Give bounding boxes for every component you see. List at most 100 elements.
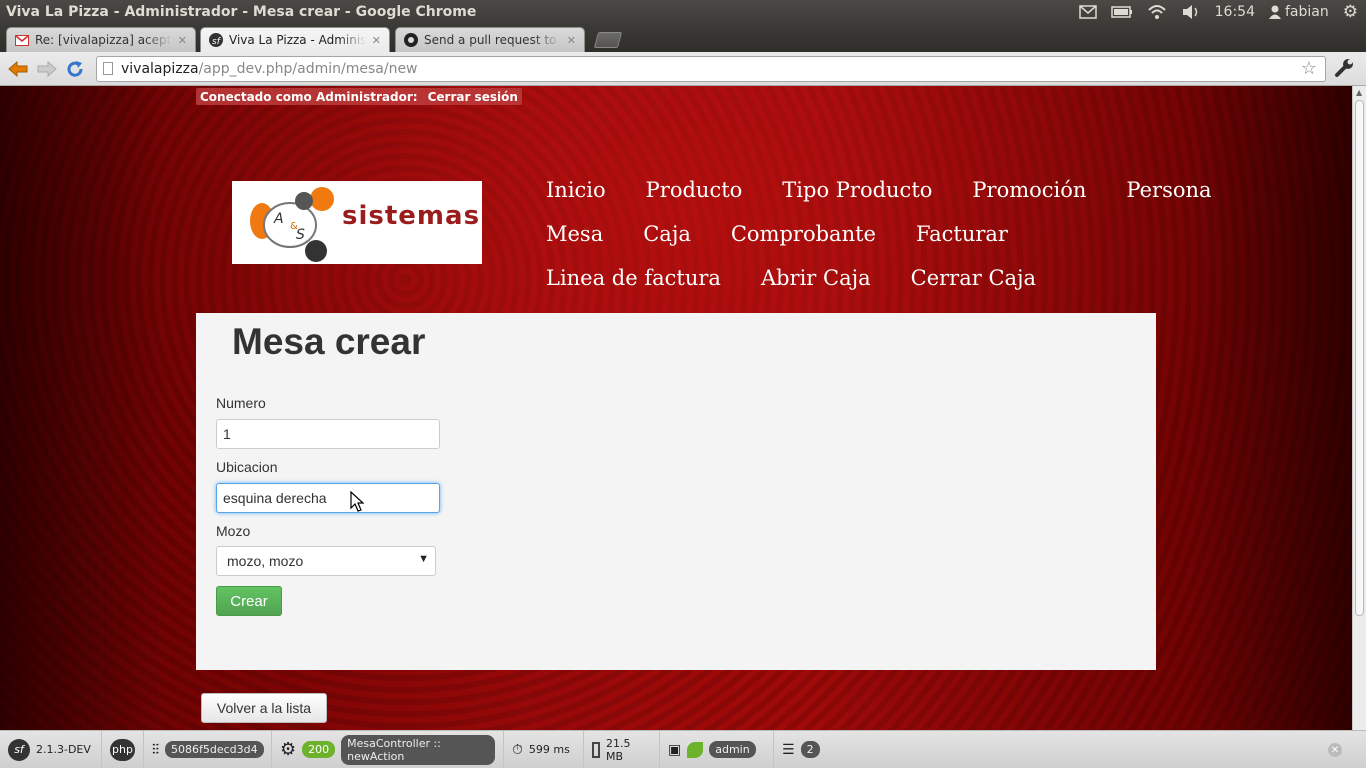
nav-row: Mesa Caja Comprobante Facturar — [546, 222, 1146, 266]
logout-link[interactable]: Cerrar sesión — [428, 90, 518, 104]
back-to-list-button[interactable]: Volver a la lista — [201, 693, 327, 723]
logo-text: sistemas — [342, 201, 481, 231]
window-title: Viva La Pizza - Administrador - Mesa cre… — [6, 4, 477, 20]
browser-toolbar: vivalapizza/app_dev.php/admin/mesa/new ☆ — [0, 52, 1366, 86]
sf-php-block[interactable]: php — [102, 731, 144, 768]
mozo-select[interactable]: mozo, mozo ▼ — [216, 546, 436, 576]
sf-config-block[interactable]: ⫶⫶ 5086f5decd3d4 — [144, 731, 272, 768]
nav-link-cerrar-caja[interactable]: Cerrar Caja — [911, 266, 1036, 290]
logo-graphic: A & S — [250, 187, 334, 262]
sf-request-block[interactable]: ⚙ 200 MesaController :: newAction — [272, 731, 504, 768]
crear-button[interactable]: Crear — [216, 586, 282, 616]
url-text: vivalapizza/app_dev.php/admin/mesa/new — [121, 61, 418, 77]
volume-icon[interactable] — [1181, 3, 1201, 21]
security-leaf-icon — [687, 741, 704, 758]
nav-row: Linea de factura Abrir Caja Cerrar Caja — [546, 266, 1146, 310]
ubicacion-field[interactable] — [216, 483, 440, 513]
nav-link-persona[interactable]: Persona — [1126, 178, 1211, 202]
battery-icon[interactable] — [1110, 3, 1133, 21]
tab-title: Re: [vivalapizza] aceptaaaa — [35, 33, 172, 47]
sf-memory-block[interactable]: 21.5 MB — [584, 731, 660, 768]
nav-link-facturar[interactable]: Facturar — [916, 222, 1008, 246]
svg-text:S: S — [296, 227, 305, 243]
database-icon: ☰ — [782, 741, 795, 758]
nav-link-linea-de-factura[interactable]: Linea de factura — [546, 266, 721, 290]
url-host: vivalapizza — [121, 61, 199, 77]
tab-close-icon[interactable]: ✕ — [372, 34, 381, 47]
symfony-icon: sf — [209, 33, 223, 47]
nav-link-promocion[interactable]: Promoción — [972, 178, 1086, 202]
tab-close-icon[interactable]: ✕ — [178, 34, 187, 47]
nav-row: Inicio Producto Tipo Producto Promoción Pers… — [546, 178, 1212, 222]
tab-title: Viva La Pizza - Administrador — [229, 33, 366, 47]
config-sliders-icon: ⫶⫶ — [152, 741, 159, 758]
svg-text:A: A — [273, 211, 284, 227]
sf-query-count: 2 — [800, 741, 820, 758]
new-tab-button[interactable] — [593, 32, 623, 48]
sf-version-block[interactable]: sf 2.1.3-DEV — [0, 731, 102, 768]
nav-link-inicio[interactable]: Inicio — [546, 178, 606, 202]
scrollbar-thumb[interactable] — [1355, 100, 1364, 616]
close-icon[interactable]: ✕ — [1328, 743, 1342, 757]
sf-user: admin — [709, 741, 756, 758]
address-bar[interactable]: vivalapizza/app_dev.php/admin/mesa/new ☆ — [96, 56, 1326, 82]
gmail-icon — [15, 33, 29, 47]
sf-version: 2.1.3-DEV — [36, 743, 91, 756]
tab-admin[interactable]: sf Viva La Pizza - Administrador ✕ — [200, 27, 390, 52]
page-viewport: Conectado como Administrador: Cerrar ses… — [0, 86, 1352, 730]
clock[interactable]: 16:54 — [1215, 4, 1255, 20]
action-name: newAction — [347, 749, 405, 763]
nav-link-producto[interactable]: Producto — [646, 178, 743, 202]
numero-label: Numero — [216, 395, 266, 411]
php-label: php — [112, 743, 133, 756]
sf-controller: MesaController :: newAction — [341, 734, 495, 765]
sf-time-block[interactable]: ⏱ 599 ms — [504, 731, 584, 768]
scroll-up-icon[interactable]: ▲ — [1356, 88, 1362, 97]
tab-gmail[interactable]: Re: [vivalapizza] aceptaaaa ✕ — [6, 27, 196, 52]
url-path: /app_dev.php/admin/mesa/new — [198, 61, 418, 77]
os-top-panel: Viva La Pizza - Administrador - Mesa cre… — [0, 0, 1366, 24]
gear-icon: ⚙ — [280, 739, 297, 760]
mouse-cursor-icon — [350, 491, 364, 512]
sf-db-block[interactable]: ☰ 2 — [774, 731, 834, 768]
forward-arrow-icon[interactable] — [36, 58, 58, 80]
vertical-scrollbar[interactable]: ▲ — [1352, 86, 1366, 730]
nav-link-tipo-producto[interactable]: Tipo Producto — [782, 178, 932, 202]
company-logo[interactable]: A & S sistemas — [232, 181, 482, 264]
session-gear-icon[interactable]: ⚙ — [1343, 2, 1358, 22]
tab-close-icon[interactable]: ✕ — [567, 34, 576, 47]
bookmark-star-icon[interactable]: ☆ — [1301, 58, 1317, 79]
wifi-icon[interactable] — [1147, 3, 1167, 21]
content-panel: Mesa crear Numero Ubicacion Mozo mozo, m… — [196, 313, 1156, 670]
user-menu[interactable]: fabian — [1269, 3, 1329, 21]
numero-field[interactable] — [216, 419, 440, 449]
stopwatch-icon: ⏱ — [512, 741, 523, 758]
mozo-selected-value: mozo, mozo — [227, 553, 304, 569]
mail-icon[interactable] — [1078, 3, 1097, 21]
nav-link-comprobante[interactable]: Comprobante — [731, 222, 876, 246]
status-badge: 200 — [302, 741, 336, 758]
browser-tab-strip: Re: [vivalapizza] aceptaaaa ✕ sf Viva La… — [0, 24, 1366, 52]
symfony-logo-icon: sf — [8, 738, 30, 761]
reload-icon[interactable] — [64, 58, 86, 80]
github-icon — [404, 33, 418, 47]
controller-name: MesaController — [347, 736, 430, 750]
user-icon — [1269, 5, 1281, 19]
session-label: Conectado como Administrador: — [200, 89, 418, 104]
sf-security-block[interactable]: ▣ admin — [660, 731, 774, 768]
wrench-icon[interactable] — [1334, 58, 1356, 80]
tab-github[interactable]: Send a pull request to gonzalo ✕ — [395, 27, 585, 52]
page-title: Mesa crear — [232, 321, 426, 362]
back-arrow-icon[interactable] — [7, 58, 29, 80]
nav-link-mesa[interactable]: Mesa — [546, 222, 603, 246]
session-bar: Conectado como Administrador: Cerrar ses… — [196, 88, 522, 105]
system-tray: 16:54 fabian ⚙ — [1078, 0, 1358, 24]
nav-link-abrir-caja[interactable]: Abrir Caja — [761, 266, 871, 290]
memory-icon — [592, 741, 600, 758]
sf-token: 5086f5decd3d4 — [165, 741, 264, 758]
main-navigation: Inicio Producto Tipo Producto Promoción Pers… — [546, 178, 1212, 310]
user-card-icon: ▣ — [668, 741, 682, 758]
nav-link-caja[interactable]: Caja — [643, 222, 691, 246]
php-logo-icon: php — [110, 738, 135, 761]
dropdown-arrow-icon: ▼ — [418, 553, 429, 565]
